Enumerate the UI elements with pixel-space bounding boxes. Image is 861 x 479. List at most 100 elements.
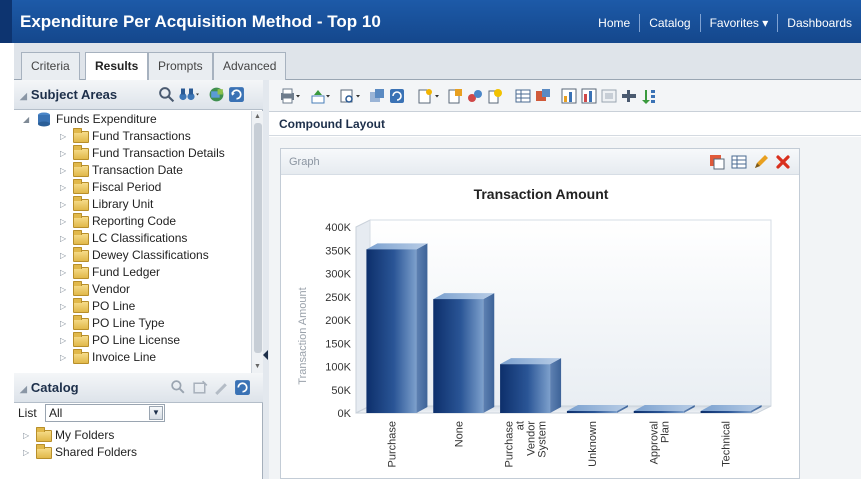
nav-catalog[interactable]: Catalog	[639, 14, 699, 32]
selection-icon[interactable]	[487, 88, 503, 104]
page-title: Expenditure Per Acquisition Method - Top…	[20, 12, 381, 31]
filter-icon[interactable]	[447, 88, 463, 104]
pivot-icon[interactable]	[535, 88, 551, 104]
tab-results[interactable]: Results	[85, 52, 149, 81]
tree-folder[interactable]: ▷ PO Line	[14, 298, 250, 315]
expand-icon[interactable]: ▷	[60, 196, 66, 213]
scroll-down-icon[interactable]: ▼	[254, 363, 261, 370]
edit-view-icon[interactable]	[753, 154, 769, 170]
x-tick-label-line: Technical	[721, 421, 733, 467]
expand-icon[interactable]: ▷	[60, 179, 66, 196]
tree-scrollbar[interactable]: ▲ ▼	[251, 111, 263, 373]
expand-icon[interactable]: ▷	[60, 298, 66, 315]
tab-prompts[interactable]: Prompts	[148, 52, 213, 80]
collapse-panel-icon[interactable]	[263, 350, 268, 360]
tab-criteria[interactable]: Criteria	[21, 52, 80, 80]
binoculars-icon[interactable]	[178, 86, 202, 103]
folder-icon	[73, 162, 89, 177]
tree-folder[interactable]: ▷ Fund Ledger	[14, 264, 250, 281]
scroll-up-icon[interactable]: ▲	[254, 113, 261, 120]
tree-folder[interactable]: ▷ Library Unit	[14, 196, 250, 213]
folder-label: PO Line	[92, 299, 136, 313]
bar	[366, 243, 428, 413]
refresh-results-icon[interactable]	[389, 88, 405, 104]
graph-view: Graph Transaction Amount 0K 50K 100K 150…	[280, 148, 800, 479]
scroll-thumb[interactable]	[254, 123, 262, 353]
catalog-folder[interactable]: ▷ My Folders	[14, 427, 250, 444]
tree-folder[interactable]: ▷ PO Line Type	[14, 315, 250, 332]
tree-folder[interactable]: ▷ Fund Transactions	[14, 128, 250, 145]
tree-folder[interactable]: ▷ Fiscal Period	[14, 179, 250, 196]
tab-advanced[interactable]: Advanced	[213, 52, 287, 80]
tree-folder[interactable]: ▷ Fund Transaction Details	[14, 145, 250, 162]
x-tick-label: Approval Plan	[648, 421, 671, 464]
tree-folder[interactable]: ▷ Invoice Line	[14, 349, 250, 366]
expand-icon[interactable]: ▷	[60, 230, 66, 247]
expand-icon[interactable]: ▷	[60, 247, 66, 264]
expand-icon[interactable]: ▷	[60, 213, 66, 230]
sort-icon[interactable]	[641, 88, 657, 104]
tree-folder[interactable]: ▷ Transaction Date	[14, 162, 250, 179]
x-tick-label-line: None	[453, 421, 465, 447]
catalog-refresh-icon[interactable]	[234, 379, 251, 396]
expand-icon[interactable]: ▷	[60, 349, 66, 366]
bar-side	[483, 293, 495, 413]
add-icon[interactable]	[192, 379, 209, 396]
bar-front	[700, 411, 751, 413]
y-tick-label: 0K	[338, 408, 352, 420]
expanded-icon[interactable]: ◢	[23, 111, 29, 128]
view-properties-icon[interactable]	[709, 154, 725, 170]
catalog-folder[interactable]: ▷ Shared Folders	[14, 444, 250, 461]
tree-folder[interactable]: ▷ PO Line License	[14, 332, 250, 349]
collapse-icon[interactable]: ◢	[20, 384, 27, 394]
expand-icon[interactable]: ▷	[23, 444, 29, 461]
view-icon[interactable]	[369, 88, 385, 104]
expand-icon[interactable]: ▷	[23, 427, 29, 444]
chevron-down-icon[interactable]: ▼	[149, 406, 163, 420]
tree-folder[interactable]: ▷ Reporting Code	[14, 213, 250, 230]
ticker-icon[interactable]	[621, 88, 637, 104]
results-toolbar	[269, 80, 861, 112]
remove-view-icon[interactable]	[775, 154, 791, 170]
graph-icon[interactable]	[561, 88, 577, 104]
format-view-icon[interactable]	[731, 154, 747, 170]
tree-folder[interactable]: ▷ Vendor	[14, 281, 250, 298]
expand-icon[interactable]: ▷	[60, 281, 66, 298]
expand-icon[interactable]: ▷	[60, 128, 66, 145]
expand-icon[interactable]: ▷	[60, 332, 66, 349]
gauge-icon[interactable]	[601, 88, 617, 104]
nav-dashboards[interactable]: Dashboards	[777, 14, 861, 32]
collapse-icon[interactable]: ◢	[20, 91, 27, 101]
catalog-search-icon[interactable]	[170, 379, 187, 396]
expand-icon[interactable]: ▷	[60, 315, 66, 332]
folder-label: Reporting Code	[92, 214, 177, 228]
preview-icon[interactable]	[339, 88, 361, 104]
expand-icon[interactable]: ▷	[60, 162, 66, 179]
search-icon[interactable]	[158, 86, 175, 103]
tree-folder[interactable]: ▷ Dewey Classifications	[14, 247, 250, 264]
x-tick-label: Purchase	[386, 421, 398, 467]
bar	[566, 405, 628, 413]
group-icon[interactable]	[467, 88, 483, 104]
print-icon[interactable]	[279, 88, 301, 104]
nav-favorites[interactable]: Favorites ▾	[699, 14, 778, 32]
table-icon[interactable]	[515, 88, 531, 104]
list-select[interactable]: All ▼	[45, 404, 165, 422]
expand-icon[interactable]: ▷	[60, 145, 66, 162]
bar	[500, 358, 562, 413]
x-tick-label: Unknown	[587, 421, 599, 467]
nav-home[interactable]: Home	[589, 14, 639, 32]
y-axis-label: Transaction Amount	[297, 287, 309, 384]
expand-icon[interactable]: ▷	[60, 264, 66, 281]
x-tick-label-line: Purchase	[386, 421, 398, 467]
tree-root[interactable]: ◢ Funds Expenditure	[14, 111, 250, 128]
edit-icon[interactable]	[212, 379, 229, 396]
chart-title: Transaction Amount	[474, 186, 609, 202]
folder-icon	[73, 349, 89, 364]
refresh-icon[interactable]	[228, 86, 245, 103]
add-subject-area-icon[interactable]	[208, 86, 225, 103]
new-view-icon[interactable]	[417, 88, 441, 104]
chart-type-icon[interactable]	[581, 88, 597, 104]
tree-folder[interactable]: ▷ LC Classifications	[14, 230, 250, 247]
export-icon[interactable]	[309, 88, 331, 104]
